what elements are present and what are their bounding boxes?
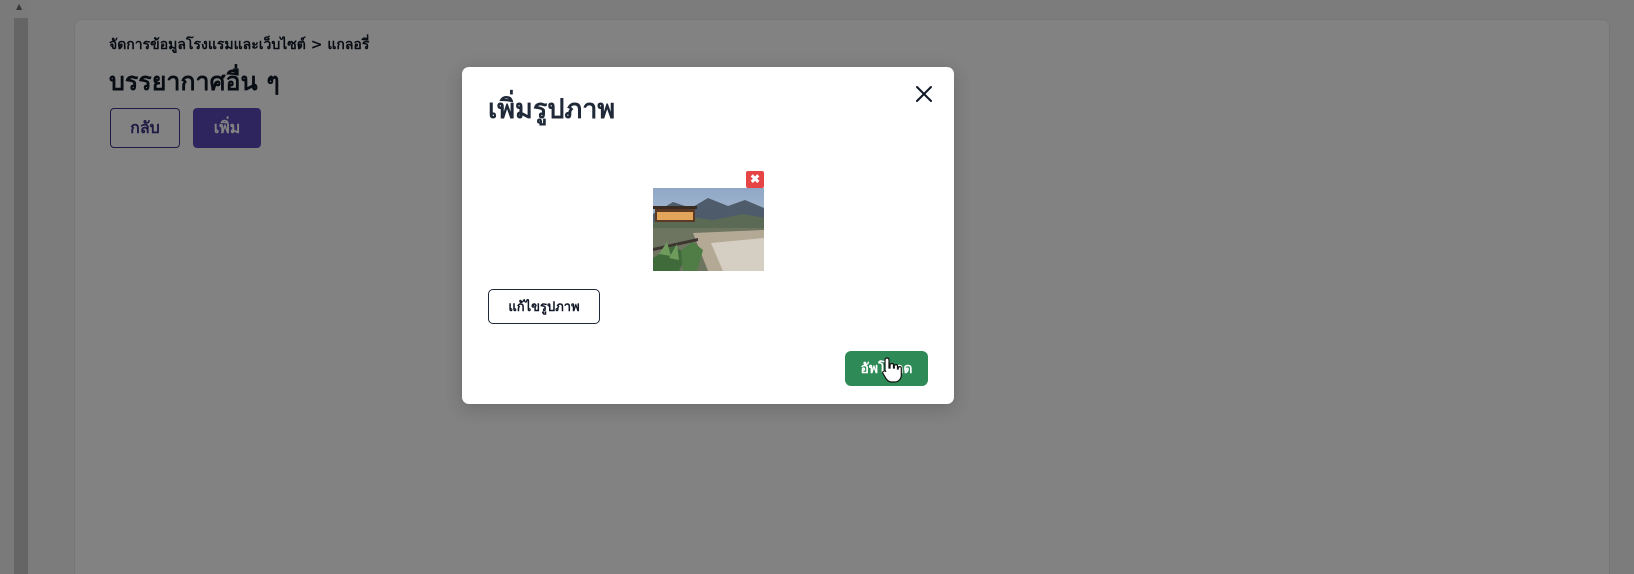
modal-title: เพิ่มรูปภาพ [488,94,616,125]
image-preview: ✖ [653,171,767,273]
edit-image-button[interactable]: แก้ไขรูปภาพ [488,289,600,324]
hotel-landscape-image [653,188,764,271]
add-image-modal: เพิ่มรูปภาพ ✖ แก้ไขรูปภาพ อัพโหลด [462,67,954,404]
close-button[interactable] [910,80,938,108]
remove-image-button[interactable]: ✖ [746,171,764,188]
upload-button[interactable]: อัพโหลด [845,351,928,386]
remove-image-icon: ✖ [749,172,761,186]
image-thumbnail [653,188,764,271]
close-icon [916,86,932,102]
